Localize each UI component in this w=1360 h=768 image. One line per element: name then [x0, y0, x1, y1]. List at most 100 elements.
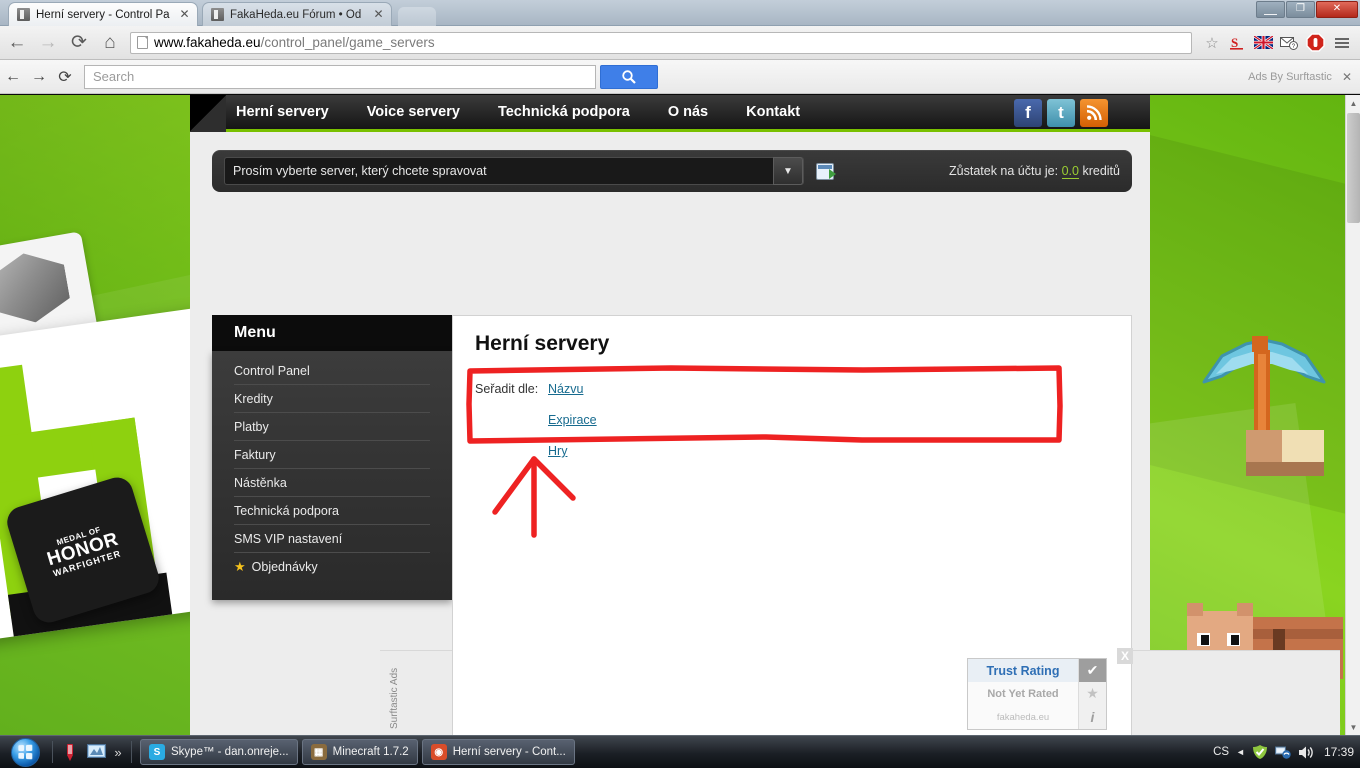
- page-document-icon: [137, 36, 148, 49]
- volume-icon[interactable]: [1298, 745, 1315, 760]
- scroll-up-icon[interactable]: ▲: [1346, 95, 1360, 111]
- toolbar-back-icon[interactable]: ←: [0, 64, 26, 90]
- sort-link-hry[interactable]: Hry: [548, 444, 597, 458]
- sidebar-item-technicka-podpora[interactable]: Technická podpora: [234, 497, 430, 525]
- tab-close-icon[interactable]: ✕: [372, 8, 385, 21]
- tab-title: Herní servery - Control Pa: [36, 8, 170, 21]
- bookmark-star-icon[interactable]: ☆: [1200, 34, 1224, 52]
- tab-strip: Herní servery - Control Pa ✕ FakaHeda.eu…: [0, 0, 1360, 26]
- taskbar-item-minecraft[interactable]: ▦ Minecraft 1.7.2: [301, 739, 418, 765]
- quicklaunch-more-icon[interactable]: »: [109, 745, 127, 760]
- trust-rating-domain: fakaheda.eu: [996, 711, 1050, 723]
- sidebar-item-faktury[interactable]: Faktury: [234, 441, 430, 469]
- browser-menu-icon[interactable]: [1328, 37, 1356, 48]
- start-button[interactable]: [2, 737, 48, 768]
- toolbar-search-button[interactable]: [600, 64, 658, 89]
- minecraft-pickaxe-art: [1186, 310, 1336, 500]
- tab-title: FakaHeda.eu Fórum • Od: [230, 8, 362, 21]
- sidebar-item-objednavky[interactable]: ★ Objednávky: [234, 553, 430, 581]
- minimize-icon: —: [1264, 6, 1277, 21]
- url-domain: www.fakaheda.eu: [154, 35, 261, 50]
- sort-links: Názvu Expirace Hry: [548, 382, 597, 475]
- check-icon[interactable]: ✔: [1078, 659, 1106, 683]
- page-viewport: MEDAL OF HONOR WARFIGHTER Herní servery …: [0, 95, 1360, 735]
- switch-server-icon[interactable]: [816, 162, 836, 180]
- page-title: Herní servery: [475, 332, 610, 355]
- menu-heading: Menu: [212, 315, 452, 351]
- nav-item-o-nas[interactable]: O nás: [668, 104, 708, 120]
- page-scrollbar[interactable]: ▲ ▼: [1345, 95, 1360, 735]
- info-icon[interactable]: i: [1078, 705, 1106, 729]
- restore-button[interactable]: ❐: [1286, 1, 1315, 18]
- uk-flag-icon[interactable]: [1250, 31, 1276, 55]
- menu-item-label: Faktury: [234, 447, 276, 462]
- surftastic-toolbar: ← → ⟳ Search Ads By Surftastic ✕: [0, 60, 1360, 94]
- sidebar-item-kredity[interactable]: Kredity: [234, 385, 430, 413]
- menu-item-label: Kredity: [234, 391, 273, 406]
- toolbar-forward-icon[interactable]: →: [26, 64, 52, 90]
- tray-language-indicator[interactable]: CS: [1213, 746, 1229, 758]
- mail-help-icon[interactable]: ?: [1276, 31, 1302, 55]
- surftastic-s-icon[interactable]: S: [1224, 31, 1250, 55]
- server-select-dropdown[interactable]: Prosím vyberte server, který chcete spra…: [224, 157, 804, 185]
- toolbar-close-icon[interactable]: ✕: [1342, 70, 1352, 84]
- nav-item-kontakt[interactable]: Kontakt: [746, 104, 800, 120]
- quicklaunch-icon-1[interactable]: [59, 741, 81, 763]
- sidebar-menu: Menu Control Panel Kredity Platby Faktur…: [212, 315, 452, 600]
- tray-expand-chevron-icon[interactable]: ◄: [1236, 747, 1245, 757]
- sidebar-item-platby[interactable]: Platby: [234, 413, 430, 441]
- menu-item-label: Technická podpora: [234, 503, 339, 518]
- balance-suffix: kreditů: [1082, 164, 1120, 178]
- trust-rating-close-icon[interactable]: X: [1117, 648, 1133, 664]
- sort-link-nazvu[interactable]: Názvu: [548, 382, 597, 396]
- reload-icon[interactable]: ⟳: [65, 29, 93, 57]
- back-icon[interactable]: ←: [3, 29, 31, 57]
- browser-tab-inactive[interactable]: FakaHeda.eu Fórum • Od ✕: [202, 2, 392, 26]
- taskbar-item-chrome[interactable]: ◉ Herní servery - Cont...: [421, 739, 575, 765]
- adblock-icon[interactable]: [1302, 31, 1328, 55]
- ads-by-surftastic-label: Ads By Surftastic: [1248, 70, 1332, 83]
- sidebar-item-nastenka[interactable]: Nástěnka: [234, 469, 430, 497]
- sort-link-expirace[interactable]: Expirace: [548, 413, 597, 427]
- star-icon[interactable]: ★: [1078, 682, 1106, 706]
- twitter-icon[interactable]: t: [1047, 99, 1075, 127]
- close-window-button[interactable]: ✕: [1316, 1, 1358, 18]
- forward-icon[interactable]: →: [34, 29, 62, 57]
- menu-item-label: Nástěnka: [234, 475, 287, 490]
- scrollbar-thumb[interactable]: [1347, 113, 1360, 223]
- address-bar-input[interactable]: www.fakaheda.eu/control_panel/game_serve…: [130, 31, 1192, 54]
- menu-item-label: Control Panel: [234, 363, 310, 378]
- system-tray: CS ◄ 17:39: [1213, 744, 1360, 760]
- browser-tab-active[interactable]: Herní servery - Control Pa ✕: [8, 2, 198, 26]
- trust-rating-status: Not Yet Rated: [987, 687, 1059, 700]
- taskbar-item-label: Skype™ - dan.onreje...: [171, 746, 289, 758]
- tab-close-icon[interactable]: ✕: [178, 8, 191, 21]
- site-top-navigation: Herní servery Voice servery Technická po…: [190, 95, 1150, 132]
- scroll-down-icon[interactable]: ▼: [1346, 719, 1360, 735]
- account-balance: Zůstatek na účtu je: 0.0 kreditů: [949, 164, 1120, 179]
- nav-item-technicka-podpora[interactable]: Technická podpora: [498, 104, 630, 120]
- quicklaunch-icon-2[interactable]: [85, 741, 107, 763]
- minimize-button[interactable]: —: [1256, 1, 1285, 21]
- sidebar-item-control-panel[interactable]: Control Panel: [234, 357, 430, 385]
- tray-clock[interactable]: 17:39: [1324, 745, 1354, 759]
- toolbar-search-input[interactable]: Search: [84, 64, 596, 89]
- sidebar-item-sms-vip-nastaveni[interactable]: SMS VIP nastavení: [234, 525, 430, 553]
- chevron-down-icon[interactable]: ▼: [773, 157, 803, 185]
- home-icon[interactable]: ⌂: [96, 29, 124, 57]
- toolbar-reload-icon[interactable]: ⟳: [52, 64, 78, 90]
- nav-item-herni-servery[interactable]: Herní servery: [236, 104, 329, 120]
- sort-controls: Seřadit dle: Názvu Expirace Hry: [475, 382, 1131, 475]
- nav-item-voice-servery[interactable]: Voice servery: [367, 104, 460, 120]
- network-icon[interactable]: [1274, 745, 1291, 760]
- url-path: /control_panel/game_servers: [260, 35, 435, 50]
- balance-amount[interactable]: 0.0: [1061, 164, 1079, 179]
- facebook-icon[interactable]: f: [1014, 99, 1042, 127]
- new-tab-button[interactable]: [398, 7, 436, 26]
- rss-icon[interactable]: [1080, 99, 1108, 127]
- shield-check-icon[interactable]: [1252, 744, 1268, 760]
- window-controls: — ❐ ✕: [1255, 1, 1358, 21]
- trust-rating-icons: ✔ ★ i: [1078, 659, 1106, 729]
- taskbar-item-skype[interactable]: S Skype™ - dan.onreje...: [140, 739, 298, 765]
- sort-label: Seřadit dle:: [475, 382, 539, 396]
